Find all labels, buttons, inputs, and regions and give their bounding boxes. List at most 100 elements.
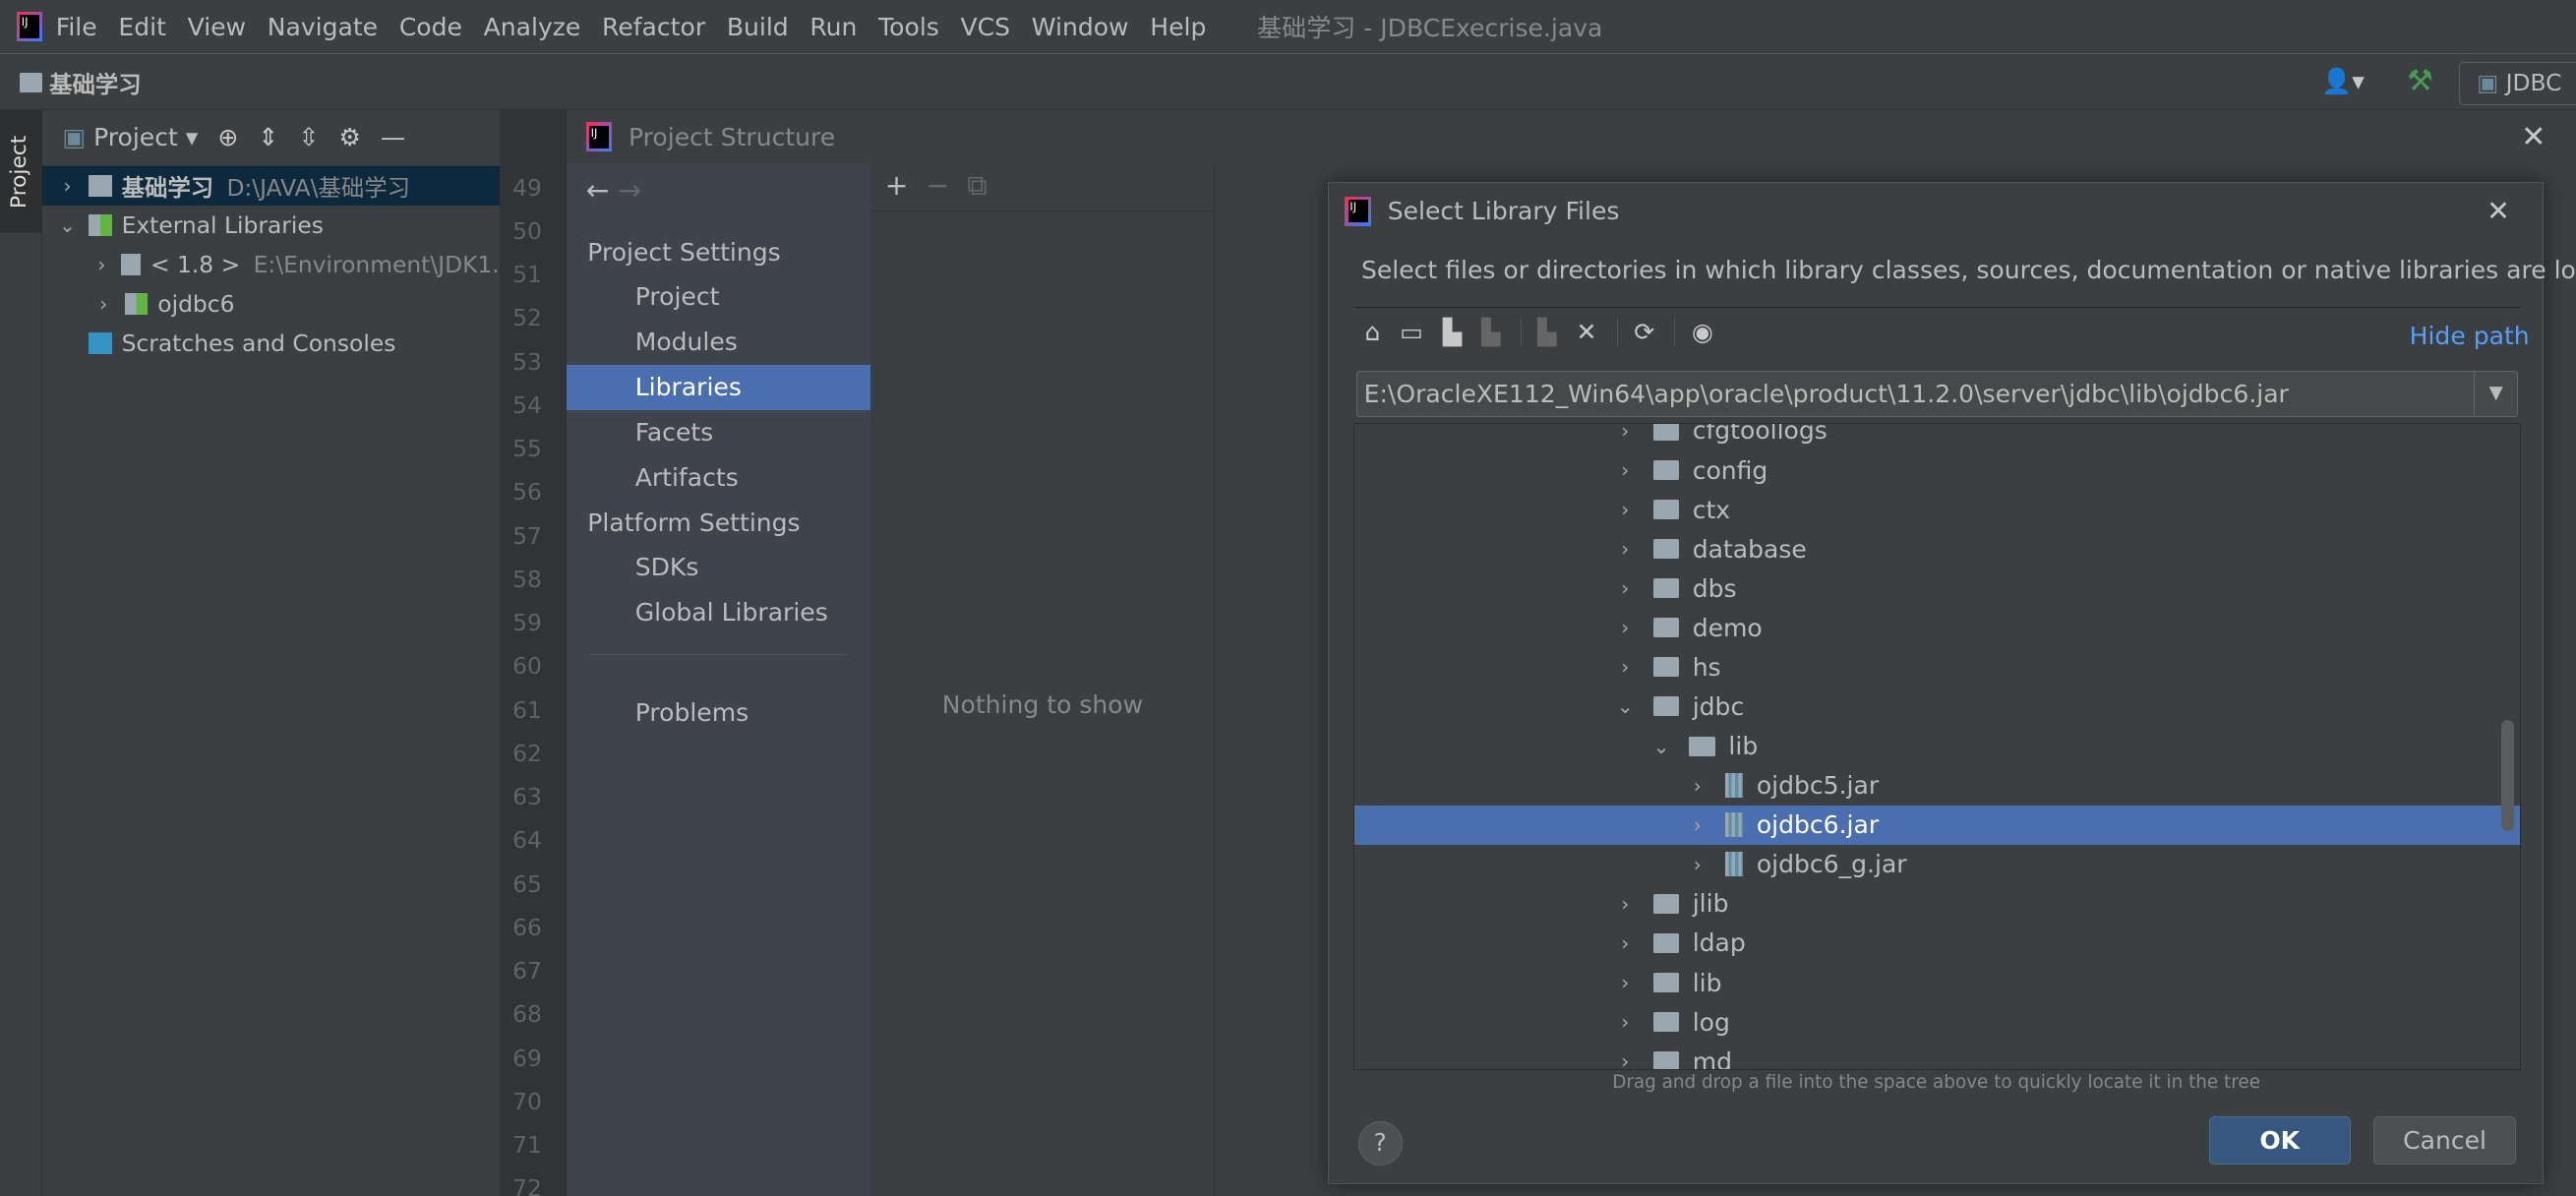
menu-edit[interactable]: Edit xyxy=(118,13,166,41)
dialog-title: Select Library Files xyxy=(1387,197,1620,226)
chevron-right-icon[interactable]: › xyxy=(1614,655,1637,679)
chevron-down-icon[interactable]: ⌄ xyxy=(1614,694,1637,718)
user-icon[interactable]: 👤▾ xyxy=(2321,67,2365,96)
chevron-right-icon[interactable]: › xyxy=(1686,774,1708,798)
project-tree-item[interactable]: › ojdbc6 xyxy=(42,284,499,324)
menu-analyze[interactable]: Analyze xyxy=(484,13,581,41)
nav-project[interactable]: Project xyxy=(567,274,870,320)
copy-icon[interactable]: ⧉ xyxy=(967,169,987,202)
back-arrow-icon[interactable]: ← xyxy=(586,174,610,207)
chevron-right-icon[interactable]: › xyxy=(1614,1049,1637,1069)
menu-tools[interactable]: Tools xyxy=(878,13,939,41)
nav-problems[interactable]: Problems xyxy=(567,690,870,736)
file-tree-item[interactable]: › dbs xyxy=(1354,568,2521,608)
delete-icon[interactable]: ✕ xyxy=(1577,318,1597,346)
project-folder-icon[interactable]: ▙ xyxy=(1443,318,1462,346)
project-tree-item[interactable]: › 基础学习 D:\JAVA\基础学习 xyxy=(42,165,500,206)
nav-modules[interactable]: Modules xyxy=(567,320,870,365)
file-tree-item[interactable]: › md xyxy=(1354,1042,2521,1070)
show-hidden-icon[interactable]: ◉ xyxy=(1674,318,1713,347)
file-tree-item[interactable]: › ldap xyxy=(1354,924,2521,963)
file-tree-item[interactable]: › lib xyxy=(1354,963,2521,1002)
project-tree-item[interactable]: ⌄ External Libraries xyxy=(42,206,499,245)
path-field[interactable]: E:\OracleXE112_Win64\app\oracle\product\… xyxy=(1355,370,2518,417)
project-tool-tab[interactable]: Project xyxy=(0,109,43,234)
hide-icon[interactable]: — xyxy=(381,123,405,151)
breadcrumb[interactable]: 基础学习 xyxy=(20,66,142,99)
jar-file-icon xyxy=(1725,773,1744,799)
refresh-icon[interactable]: ⟳ xyxy=(1616,318,1654,347)
file-tree-item[interactable]: › log xyxy=(1354,1002,2521,1042)
menu-code[interactable]: Code xyxy=(399,13,462,41)
nav-artifacts[interactable]: Artifacts xyxy=(567,455,870,501)
expand-all-icon[interactable]: ⇕ xyxy=(258,123,278,151)
chevron-icon[interactable]: › xyxy=(92,253,112,276)
file-tree-item[interactable]: › hs xyxy=(1354,647,2521,687)
desktop-icon[interactable]: ▭ xyxy=(1400,318,1423,346)
chevron-right-icon[interactable]: › xyxy=(1614,971,1637,994)
menu-run[interactable]: Run xyxy=(809,13,857,41)
file-tree-item[interactable]: › demo xyxy=(1354,608,2521,647)
help-button[interactable]: ? xyxy=(1357,1121,1403,1166)
nav-libraries[interactable]: Libraries xyxy=(566,364,870,410)
menu-navigate[interactable]: Navigate xyxy=(268,13,378,41)
nav-facets[interactable]: Facets xyxy=(567,410,870,455)
run-config-select[interactable]: ▣ JDBC xyxy=(2459,62,2576,105)
chevron-right-icon[interactable]: › xyxy=(1614,931,1637,955)
chevron-right-icon[interactable]: › xyxy=(1614,458,1637,482)
chevron-right-icon[interactable]: › xyxy=(1686,853,1708,876)
cancel-button[interactable]: Cancel xyxy=(2372,1116,2517,1165)
path-history-dropdown[interactable]: ▼ xyxy=(2474,372,2516,415)
nav-global-libraries[interactable]: Global Libraries xyxy=(567,590,870,635)
project-view-select[interactable]: ▣ Project ▾ xyxy=(62,123,198,151)
chevron-right-icon[interactable]: › xyxy=(1614,892,1637,916)
file-tree-item[interactable]: › jlib xyxy=(1354,884,2521,924)
file-tree-item[interactable]: ⌄ jdbc xyxy=(1354,687,2521,726)
home-icon[interactable]: ⌂ xyxy=(1364,318,1380,346)
settings-gear-icon[interactable]: ⚙ xyxy=(338,123,360,151)
chevron-icon[interactable]: › xyxy=(56,174,79,198)
remove-icon[interactable]: − xyxy=(926,169,949,202)
chevron-right-icon[interactable]: › xyxy=(1614,537,1637,561)
chevron-icon[interactable]: › xyxy=(92,292,115,316)
menu-vcs[interactable]: VCS xyxy=(961,13,1011,41)
close-icon[interactable]: ✕ xyxy=(2486,195,2510,227)
chevron-right-icon[interactable]: › xyxy=(1614,424,1637,443)
close-icon[interactable]: ✕ xyxy=(2521,120,2546,154)
hide-path-link[interactable]: Hide path xyxy=(2410,322,2530,350)
menu-help[interactable]: Help xyxy=(1150,13,1206,41)
file-tree-item[interactable]: › ojdbc5.jar xyxy=(1354,766,2521,806)
menu-view[interactable]: View xyxy=(188,13,246,41)
file-tree-item[interactable]: › config xyxy=(1354,450,2521,490)
file-tree-item[interactable]: › ojdbc6.jar xyxy=(1353,805,2521,845)
file-tree-item[interactable]: › database xyxy=(1354,529,2521,568)
file-tree-item[interactable]: ⌄ lib xyxy=(1354,727,2521,766)
menu-refactor[interactable]: Refactor xyxy=(602,13,705,41)
chevron-right-icon[interactable]: › xyxy=(1614,498,1637,521)
chevron-icon[interactable]: ⌄ xyxy=(56,213,79,237)
collapse-all-icon[interactable]: ⇳ xyxy=(298,123,319,151)
menu-window[interactable]: Window xyxy=(1032,13,1129,41)
menu-file[interactable]: File xyxy=(56,13,97,41)
folder-icon xyxy=(89,174,112,197)
locate-icon[interactable]: ⊕ xyxy=(217,123,238,151)
tree-scrollbar[interactable] xyxy=(2500,719,2514,832)
build-hammer-icon[interactable]: ⚒ xyxy=(2407,64,2433,98)
chevron-right-icon[interactable]: › xyxy=(1614,1010,1637,1034)
file-tree-item[interactable]: › cfgtoollogs xyxy=(1354,424,2521,450)
file-tree-item[interactable]: › ctx xyxy=(1354,490,2521,529)
chevron-right-icon[interactable]: › xyxy=(1614,576,1637,600)
project-tree-item[interactable]: Scratches and Consoles xyxy=(42,324,499,363)
module-folder-icon[interactable]: ▙ xyxy=(1481,318,1500,346)
ok-button[interactable]: OK xyxy=(2208,1116,2351,1165)
file-tree-item[interactable]: › ojdbc6_g.jar xyxy=(1354,845,2521,884)
project-tree-item[interactable]: › < 1.8 > E:\Environment\JDK1. xyxy=(42,245,499,284)
add-icon[interactable]: + xyxy=(885,169,909,202)
chevron-down-icon[interactable]: ⌄ xyxy=(1649,735,1672,758)
new-folder-icon[interactable]: ▙ xyxy=(1520,318,1557,347)
chevron-right-icon[interactable]: › xyxy=(1614,616,1637,639)
nav-sdks[interactable]: SDKs xyxy=(567,545,870,590)
chevron-right-icon[interactable]: › xyxy=(1686,813,1708,837)
forward-arrow-icon[interactable]: → xyxy=(618,174,641,207)
menu-build[interactable]: Build xyxy=(727,13,789,41)
